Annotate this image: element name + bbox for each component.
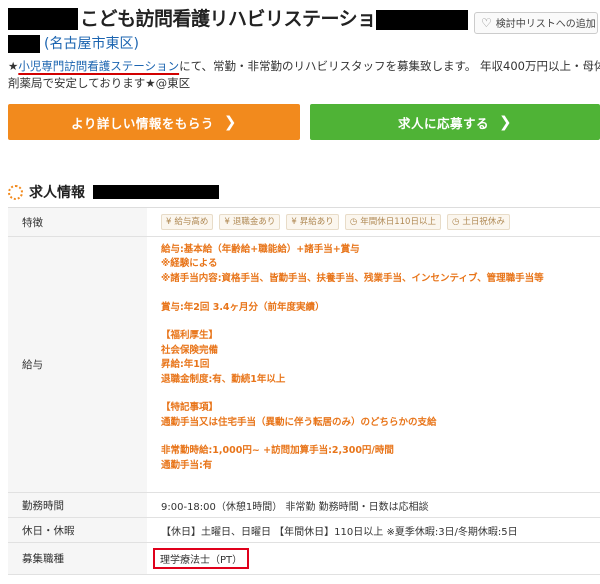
salary-line: 昇給:年1回 [161,359,210,371]
clock-icon: ◷ [451,217,460,227]
row-label: 募集職種 [8,543,147,574]
job-title-row: こども訪問看護リハビリステーション [8,6,478,32]
feature-tag-label: 昇給あり [299,217,334,227]
salary-line: 給与:基本給（年齢給+職能給）+諸手当+賞与 [161,244,360,255]
row-label: 特徴 [8,208,147,236]
job-intro: ★小児専門訪問看護ステーションにて、常勤・非常勤のリハビリスタッフを募集致します… [8,58,600,92]
row-label: 給与 [8,237,147,492]
apply-button[interactable]: 求人に応募する ❯ [310,104,600,140]
salary-line: ※経験による [161,258,218,270]
page-title: こども訪問看護リハビリステーション [80,8,395,30]
clock-icon: ◷ [349,217,358,227]
table-row-holidays: 休日・休暇 【休日】土曜日、日曜日 【年間休日】110日以上 ※夏季休暇:3日/… [8,518,600,543]
job-info-table: 特徴 ¥ 給与高め ¥ 退職金あり ¥ 昇給あり ◷ 年間休日110日以上 ◷ 土日祝休み 給与 … [8,207,600,575]
feature-tag-label: 退職金あり [232,217,276,227]
redacted-block [8,8,78,30]
star-mark: ★ [8,59,19,73]
intro-text: にて、常勤・非常勤のリハビリスタッフを募集致します。 年収400万円以上・母体は… [179,59,600,73]
salary-line: 社会保険完備 [161,344,219,356]
row-value: 9:00-18:00（休憩1時間） 非常勤 勤務時間・日数は応相談 [161,501,429,513]
row-value: 【休日】土曜日、日曜日 【年間休日】110日以上 ※夏季休暇:3日/冬期休暇:5… [161,526,518,538]
salary-line: 賞与:年2回 3.4ヶ月分（前年度実績） [161,301,325,313]
section-title: 求人情報 [29,185,85,201]
add-to-favorites-button[interactable]: ♡ 検討中リストへの追加 [474,12,598,34]
table-row-job-type: 募集職種 理学療法士（PT） [8,543,600,575]
table-row-hours: 勤務時間 9:00-18:00（休憩1時間） 非常勤 勤務時間・日数は応相談 [8,493,600,518]
salary-line [161,315,600,329]
salary-line: 【福利厚生】 [161,330,219,342]
salary-line: 通勤手当又は住宅手当（異動に伴う転居のみ）のどちらかの支給 [161,416,437,428]
feature-tag-label: 給与高め [174,217,209,227]
row-value: 理学療法士（PT） [147,543,600,574]
row-label: 休日・休暇 [8,518,147,542]
salary-line [161,286,600,300]
salary-line: 退職金制度:有、勤続1年以上 [161,373,286,385]
row-value: ¥ 給与高め ¥ 退職金あり ¥ 昇給あり ◷ 年間休日110日以上 ◷ 土日祝休み [147,208,600,236]
chevron-right-icon: ❯ [498,113,513,131]
yen-icon: ¥ [224,217,230,227]
table-row-salary: 給与 給与:基本給（年齢給+職能給）+諸手当+賞与 ※経験による ※諸手当内容:資格… [8,237,600,493]
yen-icon: ¥ [166,217,172,227]
yen-icon: ¥ [291,217,297,227]
chevron-right-icon: ❯ [223,113,237,131]
row-label: 勤務時間 [8,493,147,517]
table-row-features: 特徴 ¥ 給与高め ¥ 退職金あり ¥ 昇給あり ◷ 年間休日110日以上 ◷ 土日祝休み [8,208,600,237]
salary-line [161,430,600,444]
feature-tag: ¥ 給与高め [161,214,214,230]
apply-label: 求人に応募する [397,115,489,131]
salary-line: 【特記事項】 [161,402,219,414]
salary-details: 給与:基本給（年齢給+職能給）+諸手当+賞与 ※経験による ※諸手当内容:資格手当、… [147,237,600,492]
feature-tag: ¥ 退職金あり [219,214,281,230]
salary-line: 非常勤時給:1,000円~ +訪問加算手当:2,300円/時間 [161,445,394,457]
redacted-block [93,185,219,199]
feature-tag-label: 年間休日110日以上 [360,217,436,227]
section-heading: 求人情報 [8,181,219,203]
favorites-label: 検討中リストへの追加 [495,19,596,30]
intro-highlight: 小児専門訪問看護ステーション [18,59,180,73]
feature-tags: ¥ 給与高め ¥ 退職金あり ¥ 昇給あり ◷ 年間休日110日以上 ◷ 土日祝休み [161,214,510,230]
feature-tag: ◷ 土日祝休み [446,214,510,230]
feature-tag-label: 土日祝休み [462,217,505,227]
salary-line: 通勤手当:有 [161,459,213,471]
heart-icon: ♡ [481,16,492,30]
request-info-label: より詳しい情報をもらう [71,115,214,131]
feature-tag: ¥ 昇給あり [286,214,339,230]
location-link[interactable]: (名古屋市東区) [44,33,139,55]
intro-line-1: ★小児専門訪問看護ステーションにて、常勤・非常勤のリハビリスタッフを募集致します… [8,58,600,75]
redacted-block [8,35,40,53]
intro-line-2: 剤薬局で安定しております★@東区 [8,76,191,90]
salary-line [161,387,600,401]
redacted-block [376,10,468,30]
feature-tag: ◷ 年間休日110日以上 [344,214,441,230]
request-info-button[interactable]: より詳しい情報をもらう ❯ [8,104,300,140]
salary-line: ※諸手当内容:資格手当、皆勤手当、扶養手当、残業手当、インセンティブ、管理職手当… [161,272,544,284]
job-type-value: 理学療法士（PT） [153,548,250,569]
section-dot-icon [8,184,23,200]
